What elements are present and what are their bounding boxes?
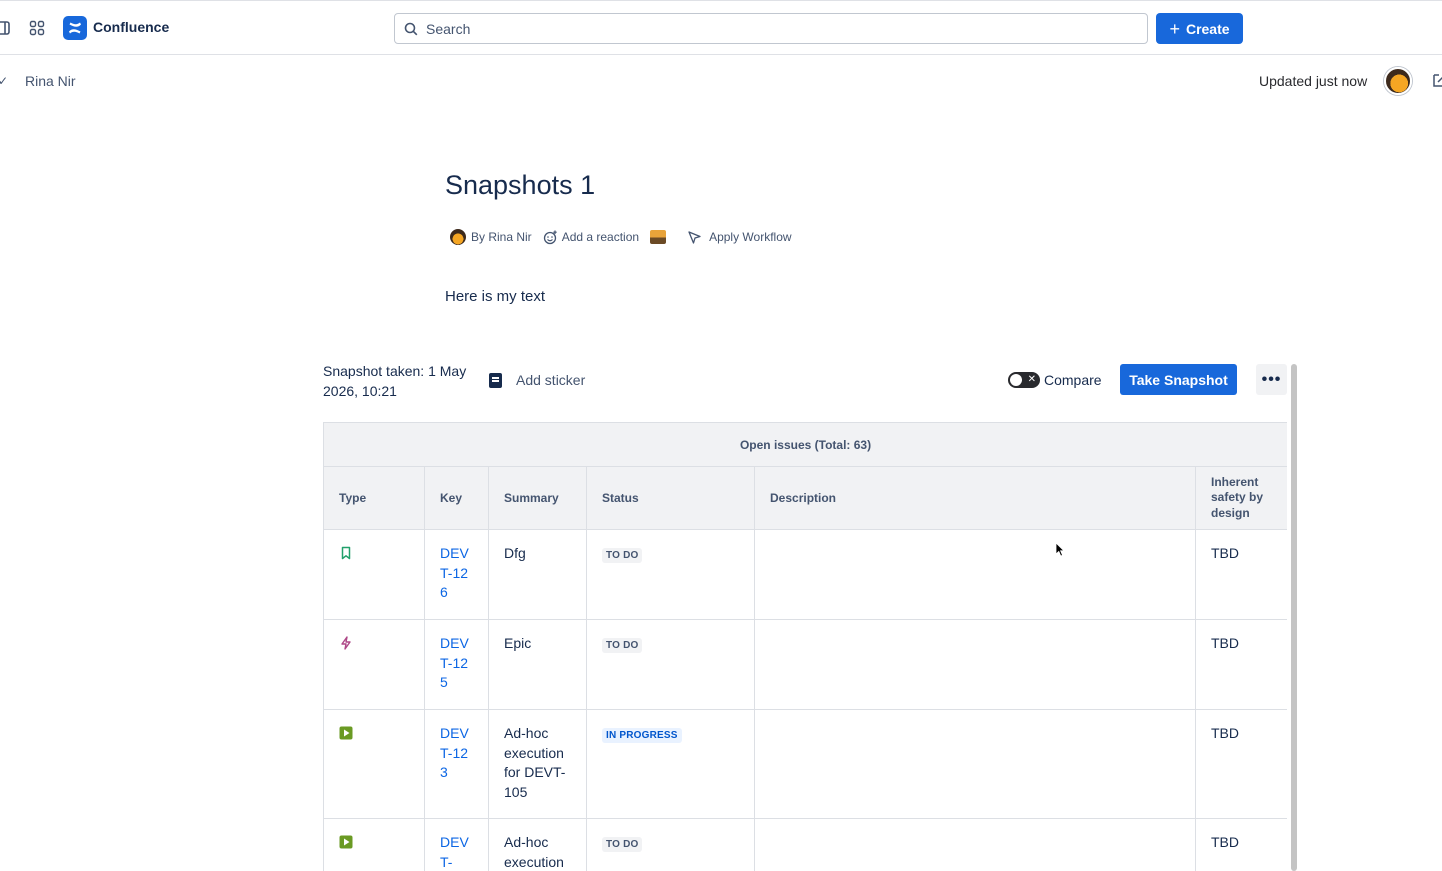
status-cell: TO DO <box>586 818 755 871</box>
summary-cell: Ad-hoc execution for DEVT-105 <box>488 709 587 819</box>
type-cell <box>323 818 425 871</box>
safety-cell: TBD <box>1194 619 1287 710</box>
status-badge: IN PROGRESS <box>602 728 682 743</box>
avatar[interactable] <box>1384 67 1412 95</box>
sticker-icon <box>489 372 502 388</box>
status-cell: TO DO <box>586 619 755 710</box>
safety-cell: TBD <box>1194 709 1287 819</box>
compare-toggle[interactable]: ✕ Compare <box>1008 372 1102 388</box>
create-button[interactable]: + Create <box>1156 13 1243 44</box>
key-cell: DEVT-123 <box>424 709 489 819</box>
update-status: Updated just now <box>1259 73 1368 89</box>
table-row: DEVT-125 Epic TO DO TBD <box>323 619 1287 710</box>
type-cell <box>323 619 425 710</box>
breadcrumb-author[interactable]: Rina Nir <box>25 73 76 89</box>
scrollbar-thumb[interactable] <box>1291 364 1297 871</box>
checkmark-icon: ✓ <box>0 74 9 88</box>
summary-cell: Epic <box>488 619 587 710</box>
mouse-cursor-icon <box>1055 542 1065 557</box>
plus-icon: + <box>1169 18 1180 39</box>
page-byline: By Rina Nir Add a reaction Apply Workflo… <box>450 229 792 245</box>
table-row: DEVT-123 Ad-hoc execution for DEVT-105 I… <box>323 709 1287 819</box>
status-badge: TO DO <box>602 548 643 563</box>
toggle-switch[interactable]: ✕ <box>1008 372 1040 388</box>
type-cell <box>323 529 425 620</box>
add-reaction-label: Add a reaction <box>561 230 640 244</box>
top-navigation: Confluence + Create <box>0 0 1442 55</box>
toggle-off-icon: ✕ <box>1027 374 1036 385</box>
test-execution-icon <box>339 726 353 740</box>
column-header-key[interactable]: Key <box>424 466 489 530</box>
column-header-status[interactable]: Status <box>586 466 755 530</box>
byline-author[interactable]: By Rina Nir <box>471 230 532 244</box>
page-body-text: Here is my text <box>445 288 546 305</box>
apply-workflow-label: Apply Workflow <box>709 230 792 244</box>
column-header-description[interactable]: Description <box>754 466 1196 530</box>
safety-cell: TBD <box>1194 529 1287 620</box>
vertical-scrollbar[interactable] <box>1289 364 1299 871</box>
confluence-logo-icon[interactable] <box>63 16 87 40</box>
status-badge: TO DO <box>602 837 643 852</box>
issue-key-link[interactable]: DEVT- <box>440 833 470 871</box>
safety-cell: TBD <box>1194 818 1287 871</box>
author-avatar <box>450 229 466 245</box>
table-caption: Open issues (Total: 63) <box>323 422 1287 467</box>
reaction-emoji-icon[interactable] <box>650 230 667 244</box>
summary-cell: Ad-hoc execution <box>488 818 587 871</box>
column-header-type[interactable]: Type <box>323 466 425 530</box>
key-cell: DEVT-125 <box>424 619 489 710</box>
smiley-add-icon <box>543 230 557 244</box>
type-cell <box>323 709 425 819</box>
more-options-icon[interactable]: ••• <box>1256 364 1287 395</box>
app-name[interactable]: Confluence <box>93 19 169 35</box>
key-cell: DEVT-126 <box>424 529 489 620</box>
page-title: Snapshots 1 <box>445 170 596 200</box>
summary-cell: Dfg <box>488 529 587 620</box>
issue-key-link[interactable]: DEVT-125 <box>440 634 470 693</box>
issue-key-link[interactable]: DEVT-126 <box>440 544 470 603</box>
status-cell: IN PROGRESS <box>586 709 755 819</box>
test-execution-icon <box>339 835 353 849</box>
apply-workflow-button[interactable]: Apply Workflow <box>687 230 792 245</box>
issue-key-link[interactable]: DEVT-123 <box>440 724 470 783</box>
edit-icon[interactable] <box>1432 72 1442 88</box>
description-cell <box>754 619 1196 710</box>
status-badge: TO DO <box>602 638 643 653</box>
search-input[interactable] <box>426 20 1116 37</box>
table-row: DEVT- Ad-hoc execution TO DO TBD <box>323 818 1287 871</box>
app-switcher-icon[interactable] <box>29 20 45 36</box>
description-cell <box>754 529 1196 620</box>
column-header-summary[interactable]: Summary <box>488 466 587 530</box>
snapshot-timestamp: Snapshot taken: 1 May 2026, 10:21 <box>323 363 467 399</box>
description-cell <box>754 709 1196 819</box>
column-header-safety[interactable]: Inherent safety by design <box>1194 466 1287 530</box>
epic-lightning-icon <box>341 636 351 650</box>
add-sticker-label: Add sticker <box>516 372 586 388</box>
status-cell: TO DO <box>586 529 755 620</box>
search-bar[interactable] <box>394 13 1148 44</box>
add-sticker-button[interactable]: Add sticker <box>489 372 585 388</box>
take-snapshot-button[interactable]: Take Snapshot <box>1120 364 1237 395</box>
compare-label: Compare <box>1044 372 1102 388</box>
search-icon <box>404 22 418 35</box>
story-bookmark-icon <box>341 546 351 560</box>
key-cell: DEVT- <box>424 818 489 871</box>
workflow-icon <box>688 230 701 244</box>
table-row: DEVT-126 Dfg TO DO TBD <box>323 529 1287 620</box>
create-button-label: Create <box>1185 20 1230 37</box>
description-cell <box>754 818 1196 871</box>
issues-table: Open issues (Total: 63) Type Key Summary… <box>323 422 1287 871</box>
add-reaction-button[interactable]: Add a reaction <box>543 230 639 245</box>
sidebar-toggle-icon[interactable] <box>0 20 10 36</box>
